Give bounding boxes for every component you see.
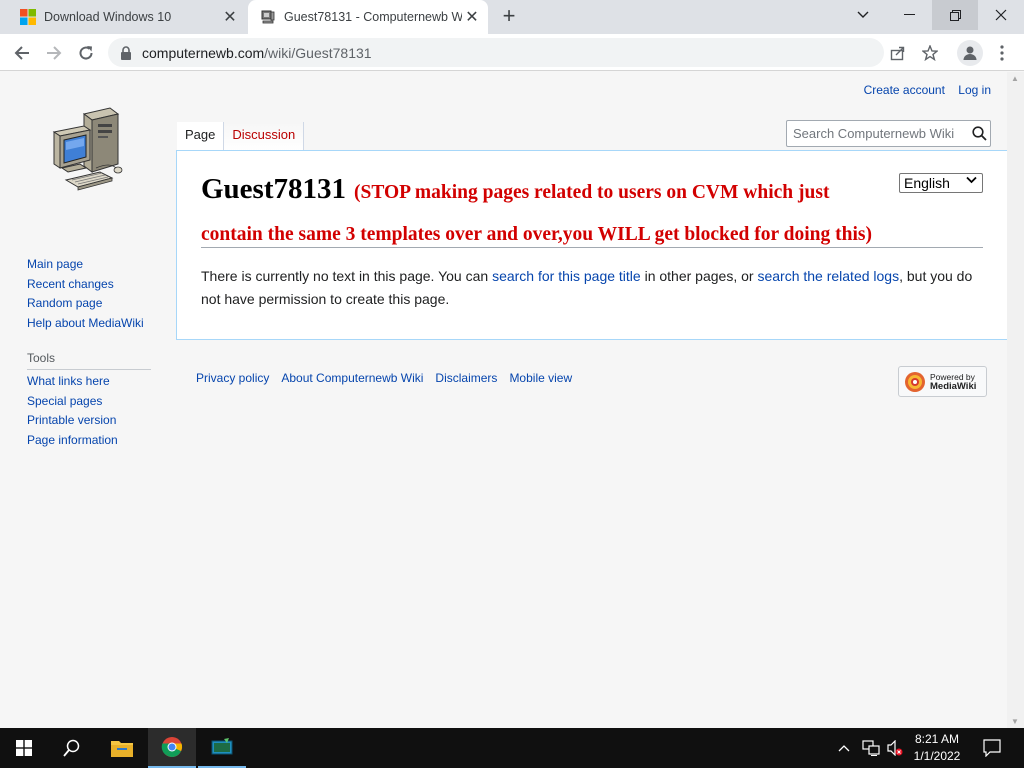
notifications-icon[interactable]	[983, 739, 1001, 760]
monitor-app-icon	[211, 738, 233, 755]
network-icon[interactable]	[862, 740, 880, 759]
search-related-logs-link[interactable]: search the related logs	[757, 268, 899, 284]
back-arrow-icon[interactable]	[8, 39, 36, 67]
chrome-icon	[161, 737, 183, 757]
new-tab-button[interactable]: +	[496, 5, 522, 29]
tab-guest-page[interactable]: Guest78131 - Computernewb Wi ✕	[248, 0, 488, 34]
bookmark-star-icon[interactable]	[919, 42, 941, 64]
vertical-scrollbar[interactable]: ▲ ▼	[1007, 72, 1024, 728]
lock-icon	[121, 45, 131, 60]
log-in-link[interactable]: Log in	[958, 83, 991, 97]
mediawiki-flower-icon	[905, 371, 925, 392]
footer-disclaimers-link[interactable]: Disclaimers	[435, 371, 497, 385]
create-account-link[interactable]: Create account	[864, 83, 945, 97]
scroll-down-arrow-icon[interactable]: ▼	[1011, 717, 1019, 726]
sidebar-item-recent-changes[interactable]: Recent changes	[27, 277, 144, 298]
restore-window-icon[interactable]	[932, 0, 978, 30]
footer-mobile-view-link[interactable]: Mobile view	[509, 371, 572, 385]
windows-logo-icon	[20, 9, 36, 25]
sidebar-navigation: Main page Recent changes Random page Hel…	[27, 258, 144, 336]
sidebar-tools-heading: Tools	[27, 351, 151, 370]
volume-muted-icon[interactable]	[886, 739, 904, 759]
powered-by-text: Powered by MediaWiki	[930, 372, 977, 392]
sidebar-item-printable-version[interactable]: Printable version	[27, 414, 118, 434]
tab-download-windows[interactable]: Download Windows 10 ✕	[0, 0, 246, 34]
search-placeholder: Search Computernewb Wiki	[793, 126, 955, 141]
browser-toolbar: computernewb.com/wiki/Guest78131	[0, 34, 1024, 71]
chrome-menu-icon[interactable]	[991, 42, 1013, 64]
reload-icon[interactable]	[72, 39, 100, 67]
sidebar-item-main-page[interactable]: Main page	[27, 258, 144, 278]
taskbar-search-button[interactable]	[48, 728, 96, 768]
share-icon[interactable]	[887, 42, 909, 64]
scroll-up-arrow-icon[interactable]: ▲	[1011, 74, 1019, 83]
url-text: computernewb.com/wiki/Guest78131	[142, 44, 372, 61]
tab-page[interactable]: Page	[177, 122, 225, 151]
close-tab-icon[interactable]: ✕	[220, 7, 240, 27]
personal-tools: Create account Log in	[854, 83, 991, 97]
notice-text: There is currently no text in this page.…	[201, 268, 493, 284]
address-bar[interactable]: computernewb.com/wiki/Guest78131	[108, 38, 884, 67]
language-select[interactable]: English	[899, 173, 983, 193]
sidebar-item-help[interactable]: Help about MediaWiki	[27, 316, 144, 337]
chevron-down-icon	[966, 175, 977, 187]
search-icon	[63, 739, 80, 757]
wiki-logo-computer-icon[interactable]	[40, 102, 130, 198]
footer-privacy-policy-link[interactable]: Privacy policy	[196, 371, 269, 385]
windows-start-icon	[16, 740, 32, 756]
close-window-icon[interactable]	[978, 0, 1024, 30]
minimize-window-icon[interactable]	[886, 0, 932, 30]
page-tabs: Page Discussion	[177, 122, 305, 152]
system-clock[interactable]: 8:21 AM 1/1/2022	[904, 731, 970, 765]
page-viewport: Create account Log in Page Discussion Se…	[0, 72, 1024, 728]
sidebar-item-what-links-here[interactable]: What links here	[27, 375, 118, 395]
taskbar-file-explorer[interactable]	[98, 728, 146, 768]
profile-avatar-icon[interactable]	[957, 40, 983, 66]
page-title: Guest78131 (STOP making pages related to…	[201, 169, 891, 253]
page-title-main: Guest78131	[201, 173, 346, 205]
heading-divider	[201, 247, 983, 248]
sidebar-item-random-page[interactable]: Random page	[27, 297, 144, 317]
taskbar-pinned-app[interactable]	[198, 728, 246, 768]
content-area: English Guest78131 (STOP making pages re…	[176, 150, 1007, 340]
computer-favicon-icon	[261, 10, 275, 24]
forward-arrow-icon[interactable]	[40, 39, 68, 67]
powered-by-mediawiki-badge[interactable]: Powered by MediaWiki	[898, 366, 987, 397]
tab-search-dropdown-icon[interactable]	[840, 0, 886, 30]
sidebar-item-page-information[interactable]: Page information	[27, 433, 118, 454]
footer-links: Privacy policy About Computernewb Wiki D…	[196, 371, 584, 385]
taskbar-chrome[interactable]	[148, 728, 196, 768]
tab-title: Guest78131 - Computernewb Wi	[284, 10, 462, 24]
folder-icon	[111, 741, 133, 757]
notice-text: in other pages, or	[640, 268, 758, 284]
search-page-title-link[interactable]: search for this page title	[492, 268, 641, 284]
wiki-search-input[interactable]: Search Computernewb Wiki	[786, 120, 991, 147]
clock-time: 8:21 AM	[914, 732, 960, 746]
search-icon[interactable]	[968, 126, 990, 141]
start-button[interactable]	[0, 728, 48, 768]
close-tab-icon[interactable]: ✕	[462, 7, 482, 27]
no-text-notice: There is currently no text in this page.…	[201, 265, 987, 311]
tab-discussion[interactable]: Discussion	[224, 122, 305, 151]
language-selected: English	[904, 175, 950, 191]
show-hidden-icons-chevron-icon[interactable]	[838, 740, 850, 755]
browser-tab-strip: Download Windows 10 ✕ Guest78131 - Compu…	[0, 0, 1024, 34]
clock-date: 1/1/2022	[913, 749, 961, 763]
footer-about-link[interactable]: About Computernewb Wiki	[281, 371, 423, 385]
sidebar-item-special-pages[interactable]: Special pages	[27, 394, 118, 415]
tab-title: Download Windows 10	[44, 10, 172, 24]
powered-by-line2: MediaWiki	[930, 380, 977, 392]
windows-taskbar: 8:21 AM 1/1/2022	[0, 728, 1024, 768]
sidebar-tools: What links here Special pages Printable …	[27, 375, 118, 453]
